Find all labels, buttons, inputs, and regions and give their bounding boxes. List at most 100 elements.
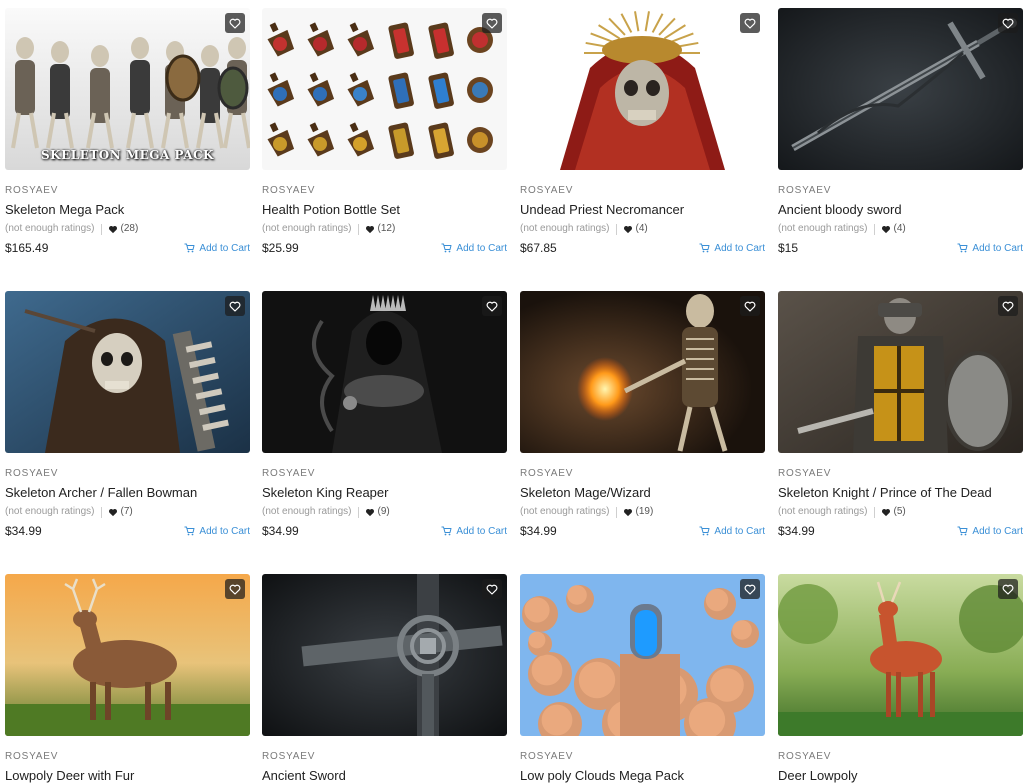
product-card[interactable]: ROSYAEV Ancient Sword [262, 574, 507, 784]
publisher-name[interactable]: ROSYAEV [778, 467, 1023, 480]
favorites-count: (9) [377, 506, 390, 517]
cart-icon [957, 243, 972, 253]
product-title[interactable]: Skeleton Mage/Wizard [520, 485, 765, 501]
heart-outline-icon [486, 301, 498, 312]
product-card[interactable]: ROSYAEV Skeleton Archer / Fallen Bowman … [5, 291, 250, 539]
add-to-cart-button[interactable]: Add to Cart [699, 526, 765, 537]
heart-filled-icon [365, 225, 375, 234]
product-thumbnail[interactable] [262, 574, 507, 736]
product-thumbnail[interactable] [778, 574, 1023, 736]
favorite-button[interactable] [225, 296, 245, 316]
publisher-name[interactable]: ROSYAEV [520, 184, 765, 197]
product-card[interactable]: ROSYAEV Undead Priest Necromancer (not e… [520, 8, 765, 256]
favorite-button[interactable] [740, 579, 760, 599]
favorite-button[interactable] [482, 296, 502, 316]
product-image [5, 291, 250, 453]
product-title[interactable]: Ancient bloody sword [778, 202, 1023, 218]
publisher-name[interactable]: ROSYAEV [5, 750, 250, 763]
product-image [778, 8, 1023, 170]
product-card[interactable]: ROSYAEV Skeleton Mage/Wizard (not enough… [520, 291, 765, 539]
product-title[interactable]: Undead Priest Necromancer [520, 202, 765, 218]
add-to-cart-label: Add to Cart [714, 242, 765, 254]
divider [100, 223, 102, 235]
publisher-name[interactable]: ROSYAEV [262, 184, 507, 197]
add-to-cart-button[interactable]: Add to Cart [957, 243, 1023, 254]
product-card[interactable]: ROSYAEV Ancient bloody sword (not enough… [778, 8, 1023, 256]
add-to-cart-button[interactable]: Add to Cart [184, 243, 250, 254]
product-thumbnail[interactable] [778, 8, 1023, 170]
product-image [778, 574, 1023, 736]
rating-text: (not enough ratings) [520, 506, 610, 517]
favorites-count: (4) [635, 223, 648, 234]
publisher-name[interactable]: ROSYAEV [5, 467, 250, 480]
rating-row: (not enough ratings) (28) [5, 222, 250, 236]
favorite-button[interactable] [225, 13, 245, 33]
heart-filled-icon [623, 225, 633, 234]
heart-filled-icon [365, 508, 375, 517]
product-card[interactable]: ROSYAEV Lowpoly Deer with Fur [5, 574, 250, 784]
product-title[interactable]: Low poly Clouds Mega Pack [520, 768, 765, 784]
product-card[interactable]: ROSYAEV Skeleton Knight / Prince of The … [778, 291, 1023, 539]
publisher-name[interactable]: ROSYAEV [778, 750, 1023, 763]
product-thumbnail[interactable] [262, 8, 507, 170]
product-card[interactable]: ROSYAEV Skeleton King Reaper (not enough… [262, 291, 507, 539]
product-title[interactable]: Lowpoly Deer with Fur [5, 768, 250, 784]
product-card[interactable]: ROSYAEV Deer Lowpoly [778, 574, 1023, 784]
favorite-button[interactable] [225, 579, 245, 599]
favorite-button[interactable] [482, 579, 502, 599]
publisher-name[interactable]: ROSYAEV [520, 750, 765, 763]
cart-icon [699, 526, 714, 536]
product-thumbnail[interactable] [520, 574, 765, 736]
price-row: $25.99 Add to Cart [262, 240, 507, 256]
rating-row: (not enough ratings) (12) [262, 222, 507, 236]
product-image [778, 291, 1023, 453]
product-thumbnail[interactable] [5, 291, 250, 453]
favorite-button[interactable] [482, 13, 502, 33]
product-title[interactable]: Ancient Sword [262, 768, 507, 784]
product-thumbnail[interactable] [520, 8, 765, 170]
add-to-cart-button[interactable]: Add to Cart [957, 526, 1023, 537]
heart-outline-icon [486, 18, 498, 29]
favorite-button[interactable] [740, 296, 760, 316]
publisher-name[interactable]: ROSYAEV [262, 750, 507, 763]
add-to-cart-button[interactable]: Add to Cart [184, 526, 250, 537]
divider [357, 506, 359, 518]
image-caption: SKELETON MEGA PACK [41, 148, 214, 162]
product-thumbnail[interactable] [778, 291, 1023, 453]
favorite-button[interactable] [998, 579, 1018, 599]
product-title[interactable]: Deer Lowpoly [778, 768, 1023, 784]
favorite-button[interactable] [998, 296, 1018, 316]
divider [357, 223, 359, 235]
rating-row: (not enough ratings) (7) [5, 505, 250, 519]
product-title[interactable]: Skeleton Archer / Fallen Bowman [5, 485, 250, 501]
product-card[interactable]: ROSYAEV Low poly Clouds Mega Pack [520, 574, 765, 784]
favorite-button[interactable] [740, 13, 760, 33]
price-row: $34.99 Add to Cart [520, 523, 765, 539]
product-title[interactable]: Skeleton Knight / Prince of The Dead [778, 485, 1023, 501]
add-to-cart-button[interactable]: Add to Cart [441, 526, 507, 537]
favorite-button[interactable] [998, 13, 1018, 33]
price-row: $15 Add to Cart [778, 240, 1023, 256]
add-to-cart-button[interactable]: Add to Cart [441, 243, 507, 254]
divider [615, 506, 617, 518]
rating-text: (not enough ratings) [520, 223, 610, 234]
publisher-name[interactable]: ROSYAEV [262, 467, 507, 480]
product-card[interactable]: SKELETON MEGA PACK ROSYAEV Skeleton Mega… [5, 8, 250, 256]
rating-text: (not enough ratings) [778, 223, 868, 234]
heart-outline-icon [229, 301, 241, 312]
add-to-cart-button[interactable]: Add to Cart [699, 243, 765, 254]
product-title[interactable]: Skeleton King Reaper [262, 485, 507, 501]
publisher-name[interactable]: ROSYAEV [5, 184, 250, 197]
product-thumbnail[interactable] [5, 574, 250, 736]
product-card[interactable]: ROSYAEV Health Potion Bottle Set (not en… [262, 8, 507, 256]
product-title[interactable]: Health Potion Bottle Set [262, 202, 507, 218]
product-thumbnail[interactable] [262, 291, 507, 453]
product-thumbnail[interactable] [520, 291, 765, 453]
heart-outline-icon [1002, 18, 1014, 29]
product-title[interactable]: Skeleton Mega Pack [5, 202, 250, 218]
publisher-name[interactable]: ROSYAEV [778, 184, 1023, 197]
heart-outline-icon [229, 584, 241, 595]
publisher-name[interactable]: ROSYAEV [520, 467, 765, 480]
product-image [262, 291, 507, 453]
product-thumbnail[interactable]: SKELETON MEGA PACK [5, 8, 250, 170]
